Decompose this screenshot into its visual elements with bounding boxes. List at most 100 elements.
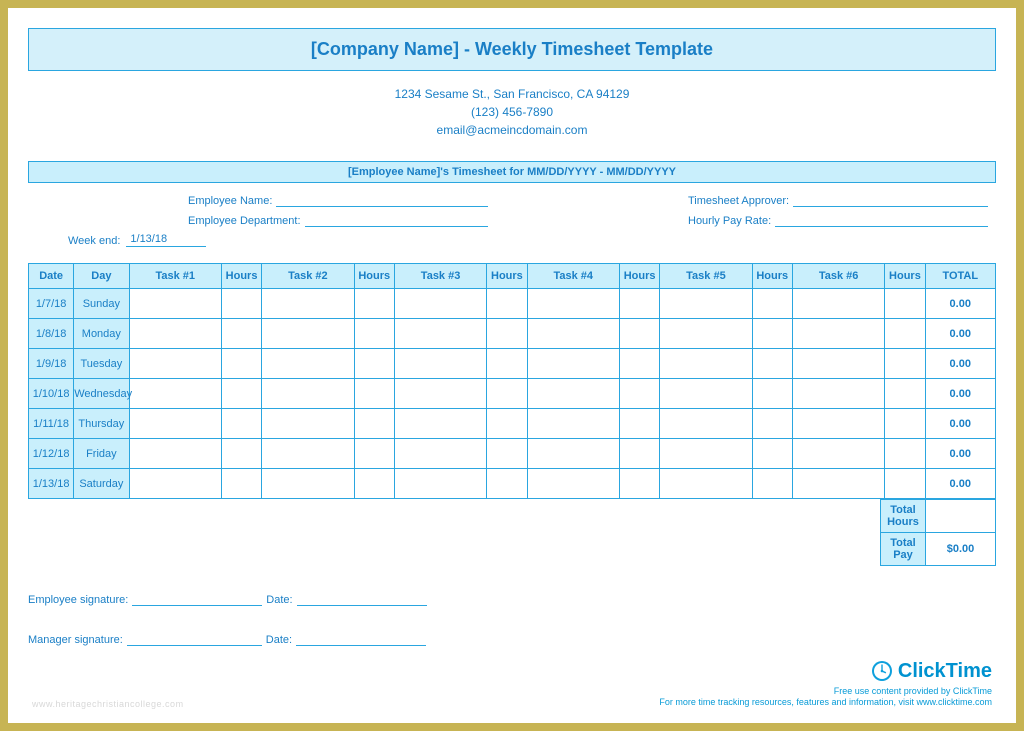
cell-hours[interactable]	[221, 409, 261, 439]
cell-hours[interactable]	[752, 379, 792, 409]
cell-hours[interactable]	[354, 439, 394, 469]
cell-task[interactable]	[792, 319, 884, 349]
cell-task[interactable]	[394, 289, 486, 319]
cell-task[interactable]	[792, 349, 884, 379]
cell-hours[interactable]	[487, 469, 527, 499]
cell-task[interactable]	[527, 409, 619, 439]
cell-hours[interactable]	[354, 409, 394, 439]
cell-task[interactable]	[660, 379, 752, 409]
cell-task[interactable]	[262, 409, 354, 439]
cell-task[interactable]	[660, 289, 752, 319]
cell-task[interactable]	[394, 469, 486, 499]
cell-task[interactable]	[262, 319, 354, 349]
cell-hours[interactable]	[885, 379, 925, 409]
cell-task[interactable]	[660, 349, 752, 379]
cell-hours[interactable]	[221, 319, 261, 349]
document-frame: [Company Name] - Weekly Timesheet Templa…	[0, 0, 1024, 731]
cell-hours[interactable]	[619, 289, 659, 319]
cell-task[interactable]	[527, 319, 619, 349]
cell-hours[interactable]	[354, 289, 394, 319]
cell-hours[interactable]	[354, 349, 394, 379]
cell-task[interactable]	[792, 289, 884, 319]
cell-task[interactable]	[792, 469, 884, 499]
cell-task[interactable]	[129, 379, 221, 409]
cell-hours[interactable]	[885, 289, 925, 319]
cell-hours[interactable]	[354, 319, 394, 349]
cell-hours[interactable]	[885, 349, 925, 379]
cell-task[interactable]	[660, 469, 752, 499]
cell-hours[interactable]	[885, 319, 925, 349]
cell-task[interactable]	[660, 319, 752, 349]
approver-field[interactable]	[793, 193, 988, 207]
cell-hours[interactable]	[752, 409, 792, 439]
col-hours5: Hours	[752, 264, 792, 289]
cell-task[interactable]	[129, 439, 221, 469]
cell-hours[interactable]	[487, 319, 527, 349]
brand-name: ClickTime	[898, 658, 992, 684]
cell-task[interactable]	[527, 349, 619, 379]
cell-hours[interactable]	[619, 379, 659, 409]
rate-field[interactable]	[775, 213, 988, 227]
cell-hours[interactable]	[487, 409, 527, 439]
cell-hours[interactable]	[752, 469, 792, 499]
cell-task[interactable]	[527, 379, 619, 409]
cell-task[interactable]	[262, 379, 354, 409]
employee-dept-field[interactable]	[305, 213, 489, 227]
cell-hours[interactable]	[885, 409, 925, 439]
cell-task[interactable]	[527, 469, 619, 499]
cell-hours[interactable]	[885, 469, 925, 499]
cell-task[interactable]	[262, 439, 354, 469]
cell-task[interactable]	[394, 379, 486, 409]
cell-task[interactable]	[792, 439, 884, 469]
cell-task[interactable]	[394, 349, 486, 379]
employee-name-field[interactable]	[276, 193, 488, 207]
cell-task[interactable]	[394, 319, 486, 349]
cell-hours[interactable]	[619, 409, 659, 439]
cell-hours[interactable]	[221, 289, 261, 319]
cell-task[interactable]	[394, 409, 486, 439]
cell-hours[interactable]	[752, 289, 792, 319]
week-end-field[interactable]: 1/13/18	[126, 233, 206, 247]
cell-task[interactable]	[527, 289, 619, 319]
cell-task[interactable]	[129, 319, 221, 349]
cell-hours[interactable]	[885, 439, 925, 469]
cell-task[interactable]	[262, 469, 354, 499]
cell-task[interactable]	[262, 349, 354, 379]
cell-hours[interactable]	[752, 349, 792, 379]
cell-hours[interactable]	[752, 439, 792, 469]
cell-task[interactable]	[394, 439, 486, 469]
cell-hours[interactable]	[487, 379, 527, 409]
cell-hours[interactable]	[619, 439, 659, 469]
cell-hours[interactable]	[487, 289, 527, 319]
cell-hours[interactable]	[221, 379, 261, 409]
cell-hours[interactable]	[221, 349, 261, 379]
cell-task[interactable]	[527, 439, 619, 469]
cell-task[interactable]	[129, 349, 221, 379]
cell-task[interactable]	[129, 409, 221, 439]
cell-hours[interactable]	[619, 319, 659, 349]
brand: ClickTime	[659, 658, 992, 684]
cell-hours[interactable]	[619, 469, 659, 499]
cell-hours[interactable]	[354, 379, 394, 409]
cell-hours[interactable]	[221, 469, 261, 499]
cell-date: 1/8/18	[29, 319, 74, 349]
cell-hours[interactable]	[752, 319, 792, 349]
cell-task[interactable]	[792, 379, 884, 409]
cell-hours[interactable]	[619, 349, 659, 379]
cell-hours[interactable]	[354, 469, 394, 499]
manager-date-field[interactable]	[296, 632, 426, 646]
cell-date: 1/12/18	[29, 439, 74, 469]
cell-task[interactable]	[129, 469, 221, 499]
cell-hours[interactable]	[487, 349, 527, 379]
cell-hours[interactable]	[221, 439, 261, 469]
employee-signature-field[interactable]	[132, 592, 262, 606]
cell-task[interactable]	[660, 409, 752, 439]
cell-total: 0.00	[925, 379, 995, 409]
cell-hours[interactable]	[487, 439, 527, 469]
cell-task[interactable]	[792, 409, 884, 439]
manager-signature-field[interactable]	[127, 632, 262, 646]
cell-task[interactable]	[660, 439, 752, 469]
employee-date-field[interactable]	[297, 592, 427, 606]
cell-task[interactable]	[262, 289, 354, 319]
cell-task[interactable]	[129, 289, 221, 319]
